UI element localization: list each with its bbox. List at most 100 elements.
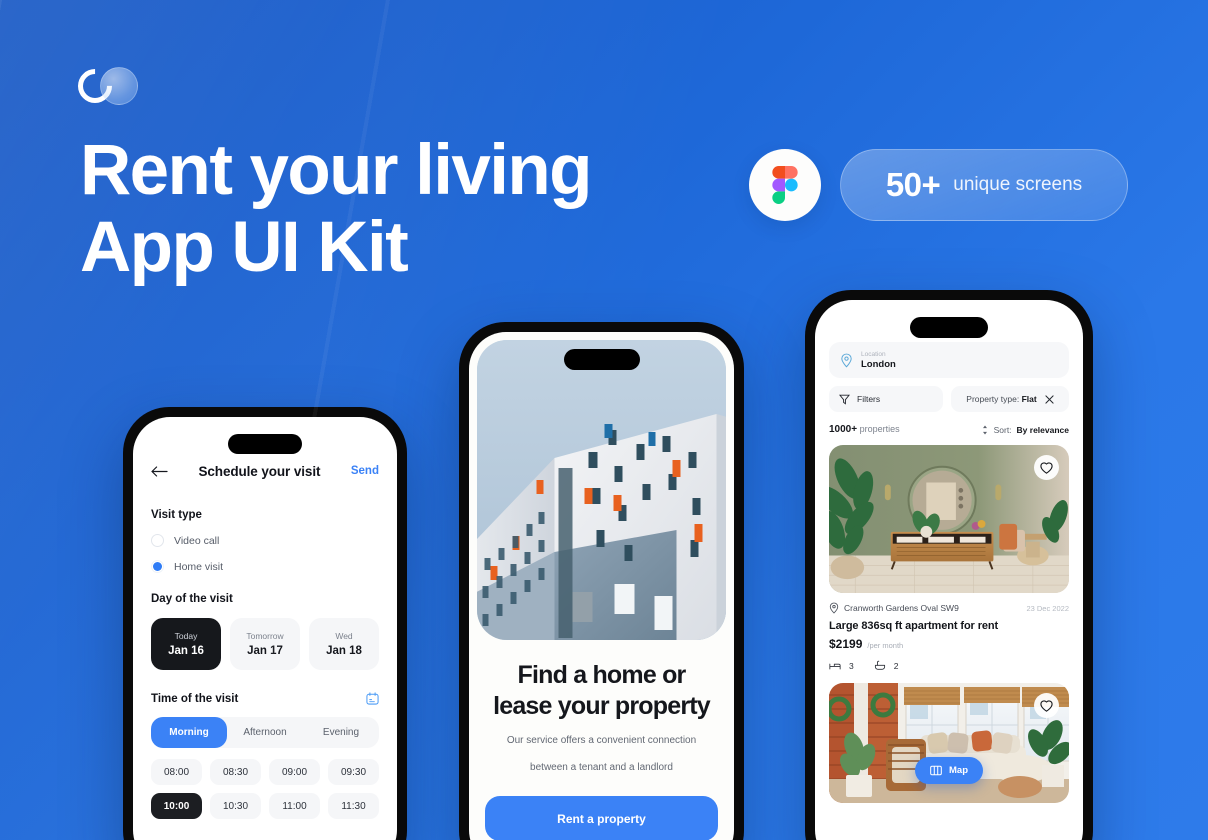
results-count-group: 1000+ properties <box>829 424 900 435</box>
figma-badge <box>749 149 821 221</box>
close-icon[interactable] <box>1045 394 1054 404</box>
screens-count-label: unique screens <box>953 174 1083 195</box>
day-dow: Tomorrow <box>246 631 284 641</box>
onboarding-title-line-1: Find a home or <box>517 661 687 689</box>
arrow-left-icon[interactable] <box>151 465 168 477</box>
location-pin-icon <box>840 353 853 368</box>
page-title: Rent your living App UI Kit <box>80 131 592 287</box>
day-date: Jan 16 <box>168 645 204 657</box>
bed-icon <box>829 661 841 671</box>
sort-prefix: Sort: <box>993 424 1012 435</box>
location-pin-icon <box>829 602 839 614</box>
onboarding-title-line-2: lease your property <box>493 692 711 720</box>
heart-icon <box>1040 699 1053 712</box>
listing-specs: 3 2 <box>829 660 1069 671</box>
day-option-tomorrow[interactable]: Tomorrow Jan 17 <box>230 618 300 670</box>
day-section-heading: Day of the visit <box>151 593 233 605</box>
screen-property-list: Location London Filters Property type: F… <box>815 300 1083 840</box>
day-dow: Wed <box>335 631 353 641</box>
navigation-bar: Schedule your visit Send <box>151 453 379 489</box>
time-slot[interactable]: 09:00 <box>269 759 320 785</box>
listing-title: Large 836sq ft apartment for rent <box>829 620 999 632</box>
chip-prefix: Property type: <box>966 394 1020 404</box>
sort-control[interactable]: Sort: By relevance <box>981 425 1069 435</box>
screen-title: Schedule your visit <box>198 463 321 479</box>
results-count-label: properties <box>859 424 900 434</box>
headline-line-1: Rent your living <box>80 131 592 210</box>
segment-afternoon[interactable]: Afternoon <box>227 717 303 748</box>
sort-arrows-icon <box>981 425 989 435</box>
dynamic-island <box>563 349 640 370</box>
segment-morning[interactable]: Morning <box>151 717 227 748</box>
send-button[interactable]: Send <box>351 465 379 477</box>
dynamic-island <box>228 434 302 454</box>
day-selector: Today Jan 16 Tomorrow Jan 17 Wed Jan 18 <box>151 618 379 670</box>
listing-address: Cranworth Gardens Oval SW9 <box>844 603 959 613</box>
phone-schedule-visit: Schedule your visit Send Visit type Vide… <box>121 405 409 840</box>
screens-count: 50+ <box>885 166 941 203</box>
onboarding-subtitle-line-1: Our service offers a convenient connecti… <box>506 735 697 746</box>
time-slot[interactable]: 09:30 <box>328 759 379 785</box>
visit-type-heading: Visit type <box>151 509 202 521</box>
time-slot-grid: 08:00 08:30 09:00 09:30 10:00 10:30 11:0… <box>151 759 379 819</box>
onboarding-subtitle-line-2: between a tenant and a landlord <box>530 762 673 773</box>
listing-price: $2199 <box>829 637 863 651</box>
segment-evening[interactable]: Evening <box>303 717 379 748</box>
radio-home-visit[interactable]: Home visit <box>151 560 379 573</box>
calendar-icon[interactable] <box>366 692 379 705</box>
logo-circle-icon <box>100 67 138 105</box>
listing-beds: 3 <box>829 661 854 671</box>
filter-icon <box>839 394 850 405</box>
promo-banner: Rent your living App UI Kit 50+ unique s… <box>0 0 1208 840</box>
map-button-label: Map <box>949 765 968 776</box>
time-slot[interactable]: 11:30 <box>328 793 379 819</box>
chip-text: Property type: Flat <box>966 394 1036 404</box>
day-date: Jan 18 <box>326 645 362 657</box>
results-count: 1000+ <box>829 424 858 435</box>
headline-line-2: App UI Kit <box>80 208 409 287</box>
radio-video-call[interactable]: Video call <box>151 534 379 547</box>
listing-date: 23 Dec 2022 <box>1026 603 1069 613</box>
time-slot-selected[interactable]: 10:00 <box>151 793 202 819</box>
listing-baths: 2 <box>874 660 899 671</box>
favorite-button-2[interactable] <box>1034 693 1059 718</box>
time-slot[interactable]: 08:30 <box>210 759 261 785</box>
beds-count: 3 <box>849 660 854 671</box>
location-label: Location <box>861 350 886 358</box>
map-icon <box>930 765 942 776</box>
time-slot[interactable]: 10:30 <box>210 793 261 819</box>
property-type-chip[interactable]: Property type: Flat <box>951 386 1069 412</box>
location-field[interactable]: Location London <box>829 342 1069 378</box>
time-slot[interactable]: 11:00 <box>269 793 320 819</box>
radio-label-home-visit: Home visit <box>174 560 224 573</box>
screens-count-badge: 50+ unique screens <box>840 149 1128 221</box>
day-dow: Today <box>174 631 198 641</box>
baths-count: 2 <box>893 660 899 671</box>
listing-price-group: $2199 /per month <box>829 637 1069 651</box>
location-value: London <box>861 358 896 370</box>
dynamic-island <box>910 317 988 338</box>
day-date: Jan 17 <box>247 645 283 657</box>
map-button[interactable]: Map <box>915 757 983 784</box>
co-logo <box>70 61 140 111</box>
filters-label: Filters <box>857 394 881 404</box>
chip-value: Flat <box>1021 394 1037 404</box>
rent-a-property-button[interactable]: Rent a property <box>485 796 718 840</box>
time-slot[interactable]: 08:00 <box>151 759 202 785</box>
onboarding-copy: Find a home or lease your property Our s… <box>469 648 734 776</box>
time-section-header: Time of the visit <box>151 692 379 705</box>
listing-image-1[interactable] <box>829 445 1069 593</box>
listing-price-unit: /per month <box>867 641 904 650</box>
figma-icon <box>772 166 798 204</box>
radio-icon-selected <box>151 560 164 573</box>
radio-label-video-call: Video call <box>174 534 220 547</box>
filters-button[interactable]: Filters <box>829 386 943 412</box>
favorite-button-1[interactable] <box>1034 455 1059 480</box>
day-option-wed[interactable]: Wed Jan 18 <box>309 618 379 670</box>
day-option-today[interactable]: Today Jan 16 <box>151 618 221 670</box>
phone-property-list: Location London Filters Property type: F… <box>803 288 1095 840</box>
sort-value: By relevance <box>1016 424 1069 435</box>
screen-onboarding: Find a home or lease your property Our s… <box>469 332 734 840</box>
hero-image <box>477 340 726 640</box>
listing-image-2[interactable]: Map <box>829 683 1069 803</box>
